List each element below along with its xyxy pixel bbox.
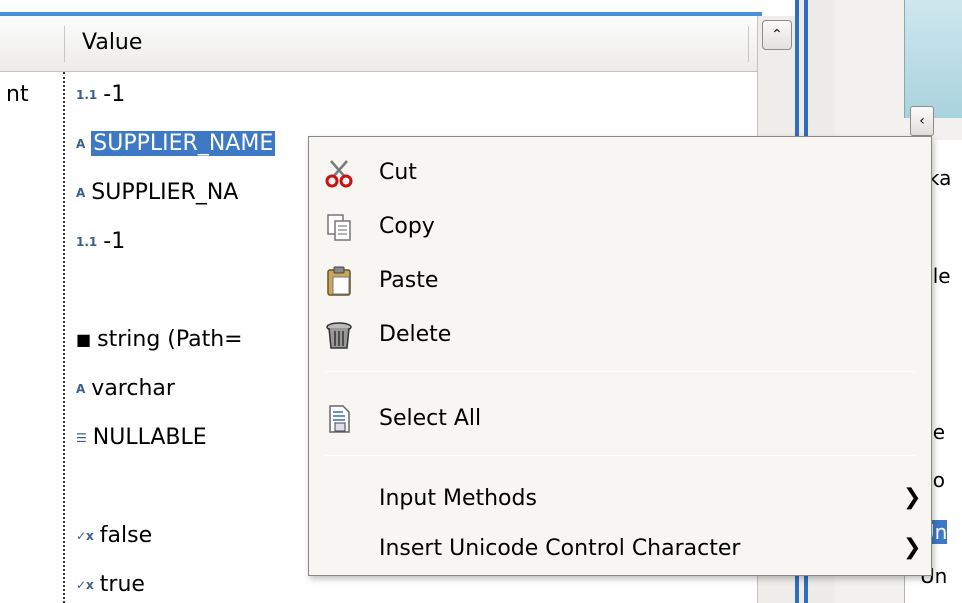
row-value[interactable]: A SUPPLIER_NAME bbox=[76, 131, 276, 156]
scroll-up-button[interactable]: ⌃ bbox=[762, 20, 792, 50]
header-separator-right bbox=[748, 26, 749, 62]
chevron-right-icon: ❯ bbox=[903, 485, 922, 510]
row-value-text: varchar bbox=[91, 376, 175, 401]
text-icon: A bbox=[76, 381, 86, 396]
object-icon: ■ bbox=[76, 330, 92, 349]
row-value: ■ string (Path= bbox=[76, 327, 243, 352]
number-icon: 1.1 bbox=[76, 234, 98, 249]
row-value-text: NULLABLE bbox=[92, 425, 207, 450]
menu-item-cut[interactable]: Cut bbox=[309, 149, 931, 197]
table-header: Value bbox=[0, 16, 757, 72]
menu-item-delete[interactable]: Delete bbox=[309, 311, 931, 359]
text-icon: A bbox=[76, 136, 86, 151]
menu-item-label: Delete bbox=[379, 322, 452, 347]
boolean-icon: ✓x bbox=[76, 528, 94, 543]
right-pane-header bbox=[904, 0, 962, 118]
menu-item-select-all[interactable]: Select All bbox=[309, 395, 931, 443]
menu-separator bbox=[325, 371, 915, 372]
menu-item-paste[interactable]: Paste bbox=[309, 257, 931, 305]
paste-icon bbox=[327, 266, 351, 296]
select-all-icon bbox=[329, 405, 350, 433]
menu-item-label: Copy bbox=[379, 214, 435, 239]
scroll-left-button[interactable]: ‹ bbox=[910, 106, 934, 136]
menu-item-input-methods[interactable]: Input Methods ❯ bbox=[309, 475, 931, 523]
value-column-header[interactable]: Value bbox=[82, 30, 142, 55]
chevron-right-icon: ❯ bbox=[903, 535, 922, 560]
text-icon: A bbox=[76, 185, 86, 200]
table-row[interactable]: nt 1.1 -1 bbox=[0, 72, 757, 121]
number-icon: 1.1 bbox=[76, 87, 98, 102]
row-value: 1.1 -1 bbox=[76, 82, 125, 107]
menu-item-copy[interactable]: Copy bbox=[309, 203, 931, 251]
menu-separator bbox=[325, 455, 915, 456]
row-value-text-selected[interactable]: SUPPLIER_NAME bbox=[91, 131, 276, 156]
row-value: A SUPPLIER_NA bbox=[76, 180, 238, 205]
row-value-text: SUPPLIER_NA bbox=[91, 180, 239, 205]
row-value: 1.1 -1 bbox=[76, 229, 125, 254]
row-value-text: false bbox=[99, 523, 153, 548]
menu-item-label: Insert Unicode Control Character bbox=[379, 536, 741, 561]
row-value-text: -1 bbox=[103, 229, 126, 254]
row-value: ☰ NULLABLE bbox=[76, 425, 207, 450]
trash-icon bbox=[326, 322, 352, 349]
row-value-text: -1 bbox=[103, 82, 126, 107]
menu-item-label: Cut bbox=[379, 160, 417, 185]
boolean-icon: ✓x bbox=[76, 577, 94, 592]
list-icon: ☰ bbox=[76, 430, 87, 445]
row-value-text: true bbox=[99, 572, 145, 597]
menu-item-insert-unicode[interactable]: Insert Unicode Control Character ❯ bbox=[309, 525, 931, 573]
row-value: ✓x false bbox=[76, 523, 152, 548]
menu-item-label: Input Methods bbox=[379, 486, 537, 511]
row-name: nt bbox=[6, 82, 29, 107]
context-menu: Cut Copy Paste Delete Select All Input M… bbox=[308, 136, 932, 576]
row-value-text: string (Path= bbox=[97, 327, 243, 352]
menu-item-label: Paste bbox=[379, 268, 439, 293]
copy-icon bbox=[327, 214, 351, 241]
header-separator bbox=[64, 26, 65, 62]
row-value: ✓x true bbox=[76, 572, 145, 597]
row-value: Avarchar bbox=[76, 376, 175, 401]
menu-item-label: Select All bbox=[379, 406, 482, 431]
scissors-icon bbox=[325, 160, 353, 188]
